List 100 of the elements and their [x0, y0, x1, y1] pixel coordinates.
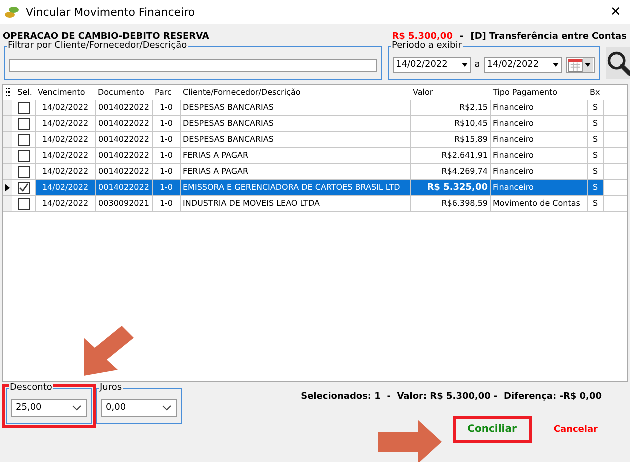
- table-cell: S: [588, 132, 604, 147]
- table-cell: R$6.398,59: [411, 196, 491, 211]
- cancel-button[interactable]: Cancelar: [554, 424, 598, 434]
- dropdown-icon: [462, 63, 468, 67]
- row-checkbox[interactable]: [18, 150, 30, 162]
- close-button[interactable]: ✕: [602, 4, 630, 20]
- chevron-down-icon: [72, 405, 82, 411]
- operation-type: [D] Transferência entre Contas: [470, 32, 627, 42]
- table-cell: 1-0: [153, 164, 181, 179]
- discount-field[interactable]: 25,00: [11, 399, 87, 417]
- table-cell: Financeiro: [491, 164, 588, 179]
- chevron-down-icon: [162, 405, 172, 411]
- table-cell: S: [588, 116, 604, 131]
- row-checkbox[interactable]: [18, 134, 30, 146]
- table-cell: FERIAS A PAGAR: [181, 148, 411, 163]
- confirm-button[interactable]: Conciliar: [452, 416, 532, 443]
- table-cell: R$2,15: [411, 100, 491, 115]
- table-cell: Financeiro: [491, 180, 588, 195]
- arrow-annotation: [378, 420, 442, 462]
- column-header[interactable]: Cliente/Fornecedor/Descrição: [181, 88, 411, 97]
- table-cell: 1-0: [153, 180, 181, 195]
- table-cell: R$15,89: [411, 132, 491, 147]
- table-cell: EMISSORA E GERENCIADORA DE CARTOES BRASIL LTD: [181, 180, 411, 195]
- interest-legend: Juros: [99, 383, 124, 393]
- table-cell: DESPESAS BANCARIAS: [181, 116, 411, 131]
- table-cell: Movimento de Contas: [491, 196, 588, 211]
- table-cell: 14/02/2022: [36, 148, 96, 163]
- column-header[interactable]: Sel.: [12, 88, 36, 97]
- column-header[interactable]: Tipo Pagamento: [491, 88, 588, 97]
- table-cell: 1-0: [153, 116, 181, 131]
- search-button[interactable]: [606, 47, 630, 79]
- table-cell: 14/02/2022: [36, 132, 96, 147]
- table-cell: FERIAS A PAGAR: [181, 164, 411, 179]
- row-checkbox[interactable]: [18, 118, 30, 130]
- separator-text: -: [460, 32, 464, 42]
- table-row[interactable]: 14/02/2022 0014022022 1-0 DESPESAS BANCARIAS R$2,15 Financeiro S: [3, 100, 627, 116]
- table-cell: Financeiro: [491, 100, 588, 115]
- interest-field[interactable]: 0,00: [101, 399, 177, 417]
- column-header[interactable]: Bx: [588, 88, 604, 97]
- column-header[interactable]: Parc: [153, 88, 181, 97]
- table-cell: R$10,45: [411, 116, 491, 131]
- arrow-annotation: [84, 326, 134, 376]
- period-legend: Periodo a exibir: [391, 41, 463, 51]
- table-cell: S: [588, 196, 604, 211]
- table-cell: 1-0: [153, 100, 181, 115]
- table-cell: Financeiro: [491, 116, 588, 131]
- table-cell: R$4.269,74: [411, 164, 491, 179]
- window-title: Vincular Movimento Financeiro: [26, 6, 196, 18]
- table-cell: 0014022022: [96, 164, 153, 179]
- row-checkbox[interactable]: [18, 166, 30, 178]
- table-cell: 14/02/2022: [36, 116, 96, 131]
- table-cell: S: [588, 180, 604, 195]
- table-cell: 0014022022: [96, 132, 153, 147]
- selection-summary: Selecionados: 1 - Valor: R$ 5.300,00 - Diferença: -R$ 0,00: [301, 392, 602, 402]
- table-row[interactable]: 14/02/2022 0014022022 1-0 DESPESAS BANCARIAS R$15,89 Financeiro S: [3, 132, 627, 148]
- table-cell: 0014022022: [96, 116, 153, 131]
- table-cell: 1-0: [153, 148, 181, 163]
- table-cell: 0014022022: [96, 100, 153, 115]
- table-cell: 0014022022: [96, 180, 153, 195]
- table-cell: 0014022022: [96, 148, 153, 163]
- table-cell: 14/02/2022: [36, 180, 96, 195]
- dropdown-icon: [584, 63, 591, 67]
- table-cell: 1-0: [153, 132, 181, 147]
- row-checkbox[interactable]: [18, 198, 30, 210]
- table-cell: 0030092021: [96, 196, 153, 211]
- table-cell: S: [588, 100, 604, 115]
- row-pointer-icon: [5, 184, 10, 192]
- column-header[interactable]: Documento: [96, 88, 153, 97]
- operation-title: OPERACAO DE CAMBIO-DEBITO RESERVA: [3, 32, 210, 42]
- dropdown-icon: [552, 63, 559, 67]
- column-chooser-icon[interactable]: [6, 88, 10, 97]
- row-checkbox[interactable]: [18, 182, 30, 194]
- filter-legend: Filtrar por Cliente/Fornecedor/Descrição: [7, 41, 188, 51]
- table-cell: S: [588, 148, 604, 163]
- table-cell: S: [588, 164, 604, 179]
- discount-legend: Desconto: [9, 383, 54, 393]
- table-row[interactable]: 14/02/2022 0014022022 1-0 FERIAS A PAGAR R$2.641,91 Financeiro S: [3, 148, 627, 164]
- date-to-field[interactable]: 14/02/2022: [484, 57, 562, 73]
- calendar-button[interactable]: [566, 57, 595, 73]
- table-cell: 14/02/2022: [36, 100, 96, 115]
- table-cell: R$ 5.325,00: [411, 180, 491, 195]
- table-cell: DESPESAS BANCARIAS: [181, 132, 411, 147]
- table-cell: 14/02/2022: [36, 196, 96, 211]
- table-cell: R$2.641,91: [411, 148, 491, 163]
- range-joiner: a: [474, 60, 480, 70]
- column-header[interactable]: Vencimento: [36, 88, 96, 97]
- table-cell: Financeiro: [491, 148, 588, 163]
- table-row[interactable]: 14/02/2022 0014022022 1-0 EMISSORA E GERENCIADORA DE CARTOES BRASIL LTD R$ 5.325,00 Financeiro S: [3, 180, 627, 196]
- table-cell: DESPESAS BANCARIAS: [181, 100, 411, 115]
- table-cell: INDUSTRIA DE MOVEIS LEAO LTDA: [181, 196, 411, 211]
- row-checkbox[interactable]: [18, 102, 30, 114]
- operation-amount: R$ 5.300,00: [392, 32, 453, 42]
- table-cell: Financeiro: [491, 132, 588, 147]
- row-header[interactable]: [3, 180, 12, 195]
- column-header[interactable]: Valor: [411, 88, 491, 97]
- date-from-field[interactable]: 14/02/2022: [393, 57, 471, 73]
- filter-field[interactable]: [9, 59, 377, 72]
- table-row[interactable]: 14/02/2022 0030092021 1-0 INDUSTRIA DE MOVEIS LEAO LTDA R$6.398,59 Movimento de Contas S: [3, 196, 627, 212]
- table-row[interactable]: 14/02/2022 0014022022 1-0 DESPESAS BANCARIAS R$10,45 Financeiro S: [3, 116, 627, 132]
- table-cell: 1-0: [153, 196, 181, 211]
